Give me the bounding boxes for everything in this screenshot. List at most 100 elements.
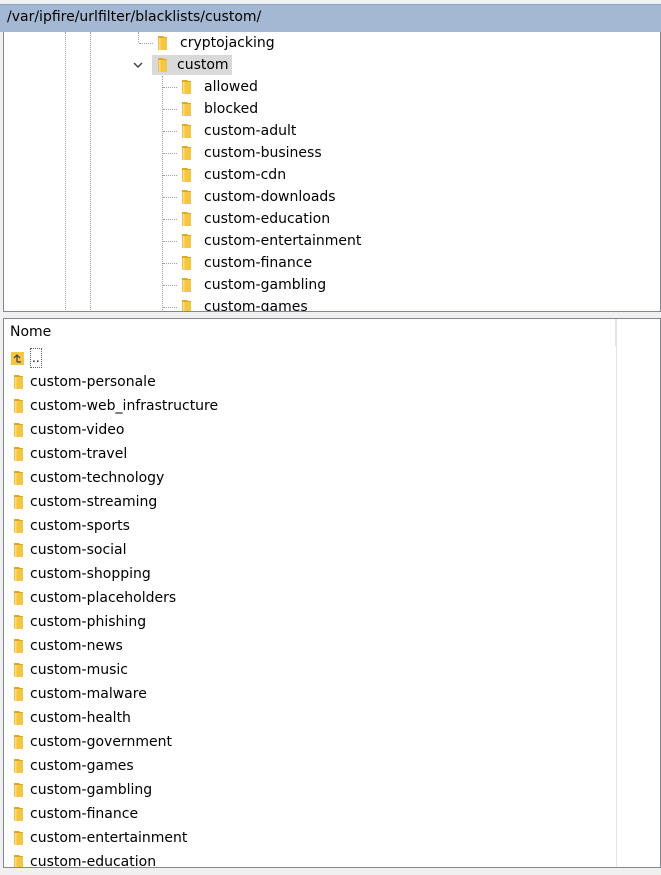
folder-icon xyxy=(11,614,27,634)
column-divider xyxy=(616,319,617,867)
parent-folder-icon xyxy=(11,350,25,366)
folder-icon xyxy=(11,638,27,658)
folder-icon xyxy=(11,710,27,730)
list-item[interactable]: custom-games xyxy=(4,754,604,778)
folder-icon xyxy=(11,734,27,754)
folder-icon xyxy=(11,590,27,610)
parent-entry-label: .. xyxy=(30,348,42,368)
tree-node[interactable]: blocked xyxy=(4,98,654,120)
folder-icon xyxy=(11,374,27,394)
list-item-label: custom-games xyxy=(30,758,134,774)
list-item-label: custom-government xyxy=(30,734,172,750)
list-item-label: custom-technology xyxy=(30,470,165,486)
tree-node-label: blocked xyxy=(204,101,259,117)
folder-icon xyxy=(11,758,27,778)
folder-icon xyxy=(11,398,27,418)
list-item[interactable]: custom-health xyxy=(4,706,604,730)
list-item[interactable]: custom-gambling xyxy=(4,778,604,802)
tree-node-label: custom-finance xyxy=(204,255,313,271)
folder-icon xyxy=(11,446,27,466)
chevron-down-icon[interactable] xyxy=(131,58,145,72)
tree-node[interactable]: custom-downloads xyxy=(4,186,654,208)
folder-icon xyxy=(179,255,195,275)
list-item[interactable]: custom-personale xyxy=(4,370,604,394)
folder-icon xyxy=(155,35,171,55)
tree-node[interactable]: custom-adult xyxy=(4,120,654,142)
tree-node[interactable]: allowed xyxy=(4,76,654,98)
list-item-label: custom-education xyxy=(30,854,157,868)
column-header-name[interactable]: Nome xyxy=(4,319,616,346)
list-item-label: custom-news xyxy=(30,638,123,654)
list-item[interactable]: custom-video xyxy=(4,418,604,442)
list-item[interactable]: custom-sports xyxy=(4,514,604,538)
tree-node-label: custom-entertainment xyxy=(204,233,362,249)
folder-icon xyxy=(11,830,27,850)
tree-node[interactable]: custom-gambling xyxy=(4,274,654,296)
bottom-strip xyxy=(0,868,661,875)
tree-node-label: custom-education xyxy=(204,211,331,227)
folder-icon xyxy=(11,782,27,802)
folder-icon xyxy=(11,806,27,826)
list-item[interactable]: custom-streaming xyxy=(4,490,604,514)
tree-node[interactable]: custom-finance xyxy=(4,252,654,274)
list-item-label: custom-finance xyxy=(30,806,139,822)
tree-node[interactable]: custom-entertainment xyxy=(4,230,654,252)
current-path: /var/ipfire/urlfilter/blacklists/custom/ xyxy=(7,9,262,25)
path-bar[interactable]: /var/ipfire/urlfilter/blacklists/custom/ xyxy=(0,4,661,32)
tree-node-label: custom-downloads xyxy=(204,189,336,205)
tree-node-label: custom-games xyxy=(204,299,308,312)
folder-icon xyxy=(11,542,27,562)
list-item-label: custom-music xyxy=(30,662,128,678)
list-item[interactable]: custom-education xyxy=(4,850,604,868)
folder-icon xyxy=(179,145,195,165)
list-item[interactable]: custom-social xyxy=(4,538,604,562)
tree-node[interactable]: cryptojacking xyxy=(4,32,654,54)
list-item-label: custom-personale xyxy=(30,374,156,390)
list-item[interactable]: custom-government xyxy=(4,730,604,754)
folder-icon xyxy=(11,470,27,490)
tree-node[interactable]: custom-games xyxy=(4,296,654,312)
tree-node-label: allowed xyxy=(204,79,258,95)
folder-icon xyxy=(179,101,195,121)
folder-icon xyxy=(11,566,27,586)
folder-icon xyxy=(11,494,27,514)
tree-node-label: custom-business xyxy=(204,145,322,161)
list-item[interactable]: custom-malware xyxy=(4,682,604,706)
list-item[interactable]: custom-technology xyxy=(4,466,604,490)
list-item-parent[interactable]: .. xyxy=(4,346,604,370)
list-item-label: custom-gambling xyxy=(30,782,153,798)
tree-node-label: cryptojacking xyxy=(180,35,275,51)
folder-icon xyxy=(11,854,27,867)
list-item[interactable]: custom-finance xyxy=(4,802,604,826)
list-item[interactable]: custom-shopping xyxy=(4,562,604,586)
list-item-label: custom-travel xyxy=(30,446,128,462)
tree-node-label: custom-gambling xyxy=(204,277,327,293)
list-item[interactable]: custom-news xyxy=(4,634,604,658)
folder-icon xyxy=(179,233,195,253)
list-item-label: custom-entertainment xyxy=(30,830,188,846)
list-item-label: custom-sports xyxy=(30,518,130,534)
list-item-label: custom-video xyxy=(30,422,125,438)
list-item-label: custom-health xyxy=(30,710,131,726)
list-item[interactable]: custom-placeholders xyxy=(4,586,604,610)
folder-icon xyxy=(11,662,27,682)
tree-node-label: custom-adult xyxy=(204,123,297,139)
folder-icon xyxy=(11,518,27,538)
folder-icon xyxy=(155,57,171,77)
tree-node[interactable]: custom-business xyxy=(4,142,654,164)
list-item[interactable]: custom-web_infrastructure xyxy=(4,394,604,418)
list-item[interactable]: custom-phishing xyxy=(4,610,604,634)
tree-node[interactable]: custom-education xyxy=(4,208,654,230)
tree-node[interactable]: custom-cdn xyxy=(4,164,654,186)
folder-icon xyxy=(179,211,195,231)
tree-node[interactable]: custom xyxy=(4,54,654,76)
list-item-label: custom-social xyxy=(30,542,127,558)
list-item[interactable]: custom-travel xyxy=(4,442,604,466)
list-item[interactable]: custom-entertainment xyxy=(4,826,604,850)
list-item-label: custom-placeholders xyxy=(30,590,177,606)
list-item[interactable]: custom-music xyxy=(4,658,604,682)
folder-icon xyxy=(179,123,195,143)
folder-icon xyxy=(179,167,195,187)
folder-tree[interactable]: cryptojacking custom allowed blocked custom-… xyxy=(3,32,661,312)
file-list[interactable]: Nome .. custom-personale custom-web_infras… xyxy=(3,318,661,868)
